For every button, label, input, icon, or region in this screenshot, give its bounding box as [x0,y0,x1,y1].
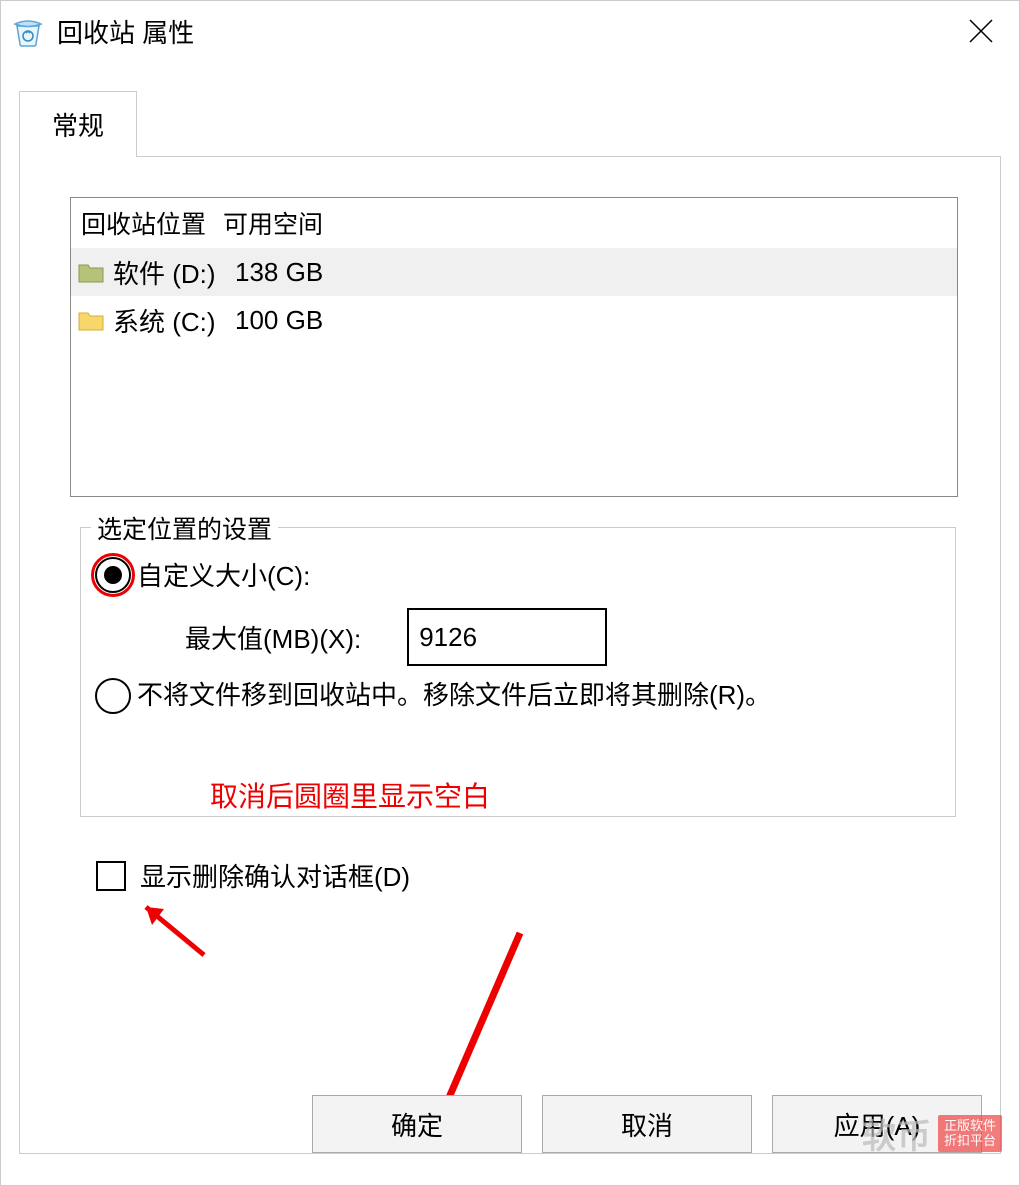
location-list[interactable]: 回收站位置 可用空间 软件 (D:) 138 GB [70,197,958,497]
cancel-button[interactable]: 取消 [542,1095,752,1153]
close-button[interactable] [951,1,1011,61]
ok-label: 确定 [391,1106,443,1143]
annotation-text: 取消后圆圈里显示空白 [210,775,490,815]
folder-icon [75,261,107,283]
location-header: 回收站位置 可用空间 [71,198,957,248]
radio-button-icon [95,678,131,714]
location-row[interactable]: 软件 (D:) 138 GB [71,248,957,296]
max-size-label: 最大值(MB)(X): [185,619,361,656]
watermark: 软币 正版软件 折扣平台 [862,1109,1002,1158]
location-name: 系统 (C:) [113,302,229,339]
tab-body: 回收站位置 可用空间 软件 (D:) 138 GB [19,156,1001,1154]
dialog-window: 回收站 属性 常规 回收站位置 可用空间 [0,0,1020,1186]
radio-custom-size[interactable]: 自定义大小(C): [95,556,310,593]
watermark-text: 软币 [862,1109,932,1158]
tab-label: 常规 [52,111,104,141]
recycle-bin-icon [9,12,47,50]
col-space: 可用空间 [223,211,323,239]
group-title: 选定位置的设置 [91,510,278,546]
tab-general[interactable]: 常规 [19,91,137,157]
location-row[interactable]: 系统 (C:) 100 GB [71,296,957,344]
radio-dont-move[interactable]: 不将文件移到回收站中。移除文件后立即将其删除(R)。 [95,678,941,714]
radio-button-icon [95,557,131,593]
location-rows: 软件 (D:) 138 GB 系统 (C:) 100 GB [71,248,957,344]
location-space: 138 GB [229,257,323,288]
annotation-arrow-small [144,901,234,965]
folder-icon [75,309,107,331]
tab-area: 常规 回收站位置 可用空间 软件 (D:) 138 GB [1,61,1019,1185]
settings-group: 选定位置的设置 自定义大小(C): 最大值(MB)(X): [80,527,956,817]
tab-strip: 常规 [19,91,1001,157]
titlebar: 回收站 属性 [1,1,1019,61]
radio-dont-move-label: 不将文件移到回收站中。移除文件后立即将其删除(R)。 [137,678,771,713]
location-space: 100 GB [229,305,323,336]
location-name: 软件 (D:) [113,254,229,291]
close-icon [968,18,994,44]
max-size-input[interactable] [407,608,607,666]
checkbox-confirm-delete[interactable]: 显示删除确认对话框(D) [96,857,410,894]
checkbox-icon [96,861,126,891]
cancel-label: 取消 [621,1106,673,1143]
checkbox-label: 显示删除确认对话框(D) [140,857,410,894]
window-title: 回收站 属性 [57,13,194,50]
col-location: 回收站位置 [81,211,206,239]
max-size-row: 最大值(MB)(X): [185,608,607,666]
watermark-badge: 正版软件 折扣平台 [938,1115,1002,1152]
radio-custom-size-label: 自定义大小(C): [137,556,310,593]
ok-button[interactable]: 确定 [312,1095,522,1153]
